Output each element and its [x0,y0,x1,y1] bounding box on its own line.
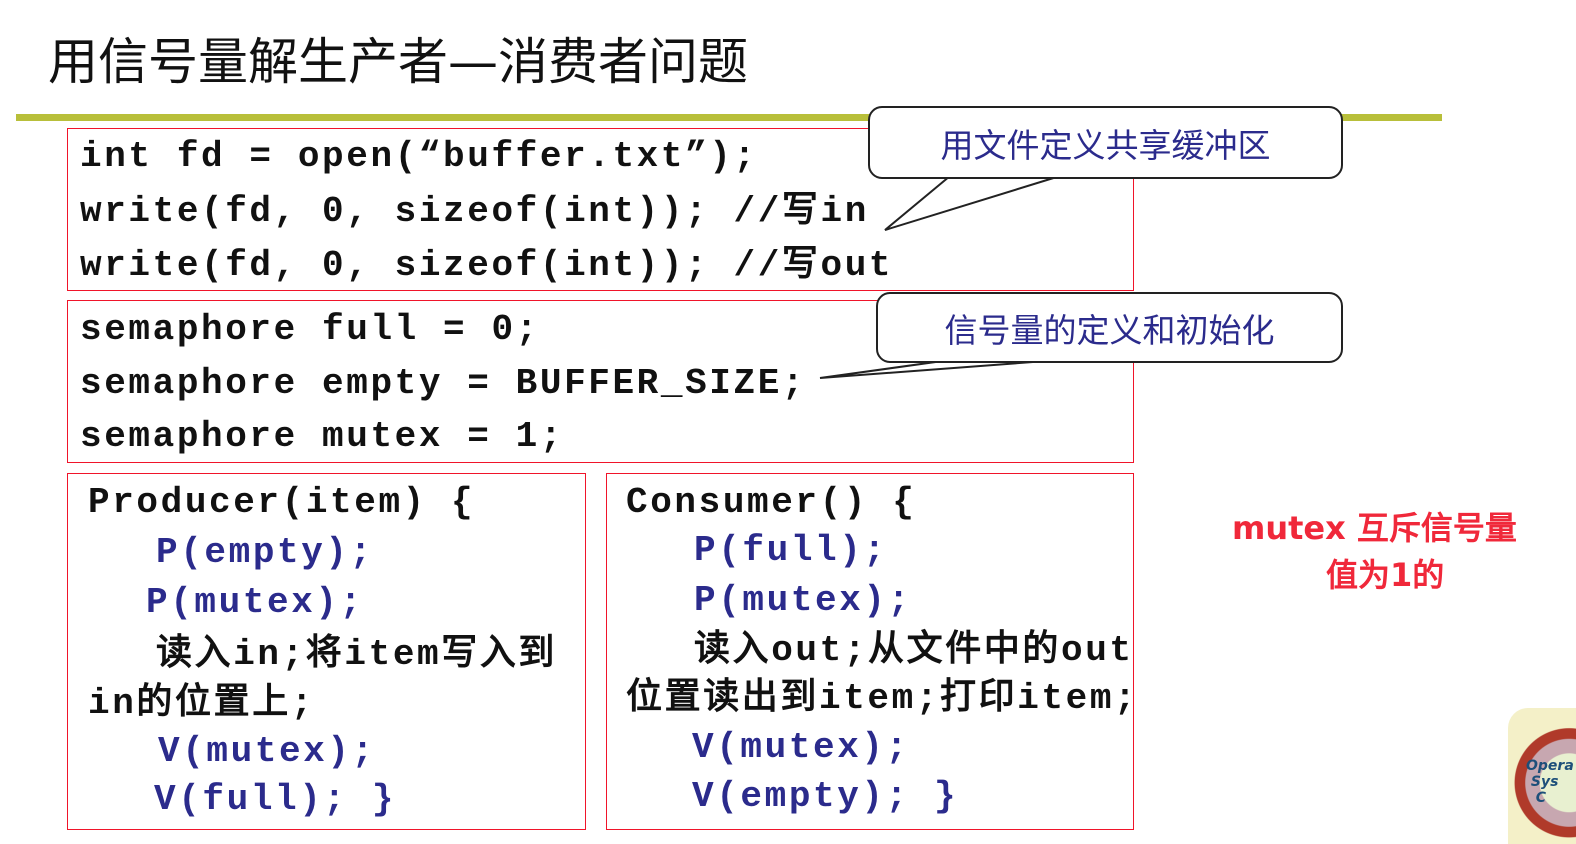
mutex-note-line2: 值为1的 [1326,556,1445,594]
book-logo: Opera Sys C [1508,708,1576,844]
callout-tail-shared-buffer [884,175,1061,231]
mutex-note-line1: mutex 互斥信号量 [1232,509,1517,547]
callout-semaphore-def: 信号量的定义和初始化 [876,292,1343,363]
callout-shared-buffer: 用文件定义共享缓冲区 [868,106,1343,179]
